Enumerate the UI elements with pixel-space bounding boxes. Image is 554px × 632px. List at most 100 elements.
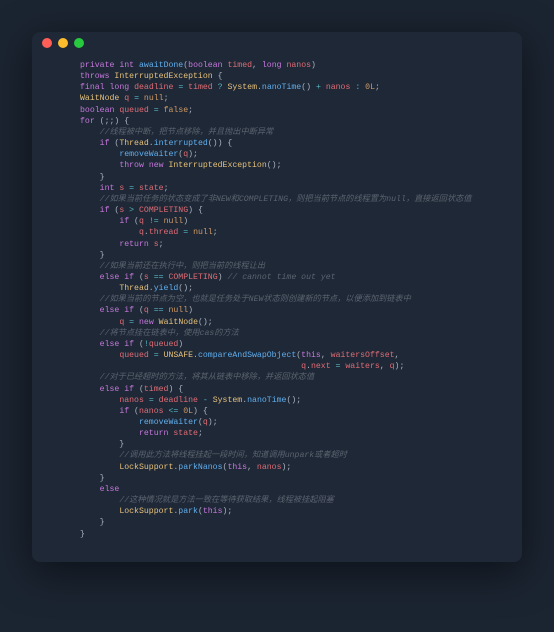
code-token-pn: );: [188, 150, 198, 159]
code-token-kw: return: [139, 429, 168, 438]
code-token-pn: [80, 340, 100, 349]
code-token-var: nanos: [119, 396, 144, 405]
code-line: throws InterruptedException {: [80, 71, 522, 82]
code-line: q.next = waiters, q);: [80, 361, 522, 372]
code-token-pn: ,: [380, 362, 390, 371]
code-line: else if (timed) {: [80, 384, 522, 395]
code-token-var: timed: [227, 61, 252, 70]
code-token-cmt: //线程被中断，把节点移除，并且抛出中断异常: [100, 128, 274, 137]
code-line: nanos = deadline - System.nanoTime();: [80, 395, 522, 406]
close-icon[interactable]: [42, 38, 52, 48]
code-token-ty: WaitNode: [159, 318, 198, 327]
code-token-cmt: //对于已经超时的方法，将其从链表中移除，并返回状态值: [100, 373, 315, 382]
code-line: else if (s == COMPLETING) // cannot time…: [80, 272, 522, 283]
code-window: private int awaitDone(boolean timed, lon…: [32, 32, 522, 562]
code-token-pn: [80, 295, 100, 304]
window-titlebar: [32, 32, 522, 54]
code-token-fn: nanoTime: [262, 83, 301, 92]
code-line: }: [80, 473, 522, 484]
code-token-pn: [80, 206, 100, 215]
code-line: return s;: [80, 239, 522, 250]
code-token-lit: null: [164, 217, 184, 226]
code-token-pn: [80, 150, 119, 159]
code-token-pn: ;: [198, 429, 203, 438]
code-token-pn: ,: [395, 351, 400, 360]
code-token-kw: else: [100, 306, 120, 315]
code-token-cmt: //如果当前还在执行中，则把当前的线程让出: [100, 262, 265, 271]
code-token-pn: ;: [213, 228, 218, 237]
code-token-pn: ): [311, 61, 316, 70]
code-line: }: [80, 517, 522, 528]
code-token-pn: ): [178, 340, 183, 349]
code-line: final long deadline = timed ? System.nan…: [80, 82, 522, 93]
code-token-pn: }: [80, 518, 105, 527]
code-token-var: nanos: [139, 407, 164, 416]
code-token-kw: if: [124, 306, 134, 315]
code-token-pn: [80, 385, 100, 394]
code-token-pn: (: [129, 407, 139, 416]
code-line: LockSupport.park(this);: [80, 506, 522, 517]
code-line: LockSupport.parkNanos(this, nanos);: [80, 462, 522, 473]
maximize-icon[interactable]: [74, 38, 84, 48]
code-token-kw: if: [124, 340, 134, 349]
code-line: removeWaiter(q);: [80, 149, 522, 160]
code-token-pn: [80, 195, 100, 204]
code-token-fn: removeWaiter: [119, 150, 178, 159]
code-token-fn: nanoTime: [247, 396, 286, 405]
code-token-pn: );: [208, 418, 218, 427]
code-line: if (Thread.interrupted()) {: [80, 138, 522, 149]
code-token-var: queued: [119, 351, 148, 360]
code-token-pn: [80, 373, 100, 382]
code-token-ty: System: [228, 83, 257, 92]
code-line: for (;;) {: [80, 116, 522, 127]
code-token-pn: [80, 362, 301, 371]
code-token-pn: [80, 284, 119, 293]
code-token-op: <=: [168, 407, 178, 416]
code-token-lit: 0L: [365, 83, 375, 92]
code-token-kw: this: [301, 351, 321, 360]
code-token-pn: }: [80, 173, 105, 182]
code-token-ty: LockSupport: [119, 463, 173, 472]
code-token-lit: null: [168, 306, 188, 315]
code-token-pn: [80, 161, 119, 170]
code-token-pn: );: [282, 463, 292, 472]
code-token-pn: ;: [375, 83, 380, 92]
code-token-ty: Thread: [119, 284, 148, 293]
code-token-cmt: //调用此方法将线程挂起一段时间，知道调用unpark或者超时: [119, 451, 347, 460]
code-token-kw: else: [100, 340, 120, 349]
code-token-pn: (: [109, 139, 119, 148]
code-token-kw: if: [100, 206, 110, 215]
code-token-pn: ;: [188, 106, 193, 115]
code-token-pn: }: [80, 251, 105, 260]
code-token-lit: null: [144, 94, 164, 103]
code-token-pn: [80, 273, 100, 282]
minimize-icon[interactable]: [58, 38, 68, 48]
code-line: //如果当前任务的状态变成了非NEW和COMPLETING，则把当前节点的线程置…: [80, 194, 522, 205]
code-token-pn: [80, 463, 119, 472]
code-token-pn: [80, 407, 119, 416]
code-token-fn: interrupted: [154, 139, 208, 148]
code-line: else if (q == null): [80, 305, 522, 316]
code-token-pn: ();: [198, 318, 213, 327]
code-token-kw: new: [139, 318, 154, 327]
code-line: private int awaitDone(boolean timed, lon…: [80, 60, 522, 71]
code-line: WaitNode q = null;: [80, 93, 522, 104]
code-token-pn: ;: [159, 240, 164, 249]
code-token-kw: if: [124, 385, 134, 394]
code-token-kw: if: [124, 273, 134, 282]
code-line: }: [80, 439, 522, 450]
code-token-kw: new: [149, 161, 164, 170]
code-line: //如果当前的节点为空，也就是任务处于NEW状态则创建新的节点，以便添加到链表中: [80, 294, 522, 305]
code-token-kw: return: [119, 240, 148, 249]
code-token-pn: [80, 329, 100, 338]
code-line: }: [80, 250, 522, 261]
code-token-pn: (: [134, 385, 144, 394]
code-token-ty: UNSAFE: [164, 351, 193, 360]
code-token-pn: ): [218, 273, 228, 282]
code-token-pn: (: [109, 206, 119, 215]
code-editor[interactable]: private int awaitDone(boolean timed, lon…: [32, 54, 522, 550]
code-token-var: deadline: [134, 83, 173, 92]
code-token-pn: ();: [286, 396, 301, 405]
code-token-pn: (: [134, 273, 144, 282]
code-token-kw: this: [227, 463, 247, 472]
